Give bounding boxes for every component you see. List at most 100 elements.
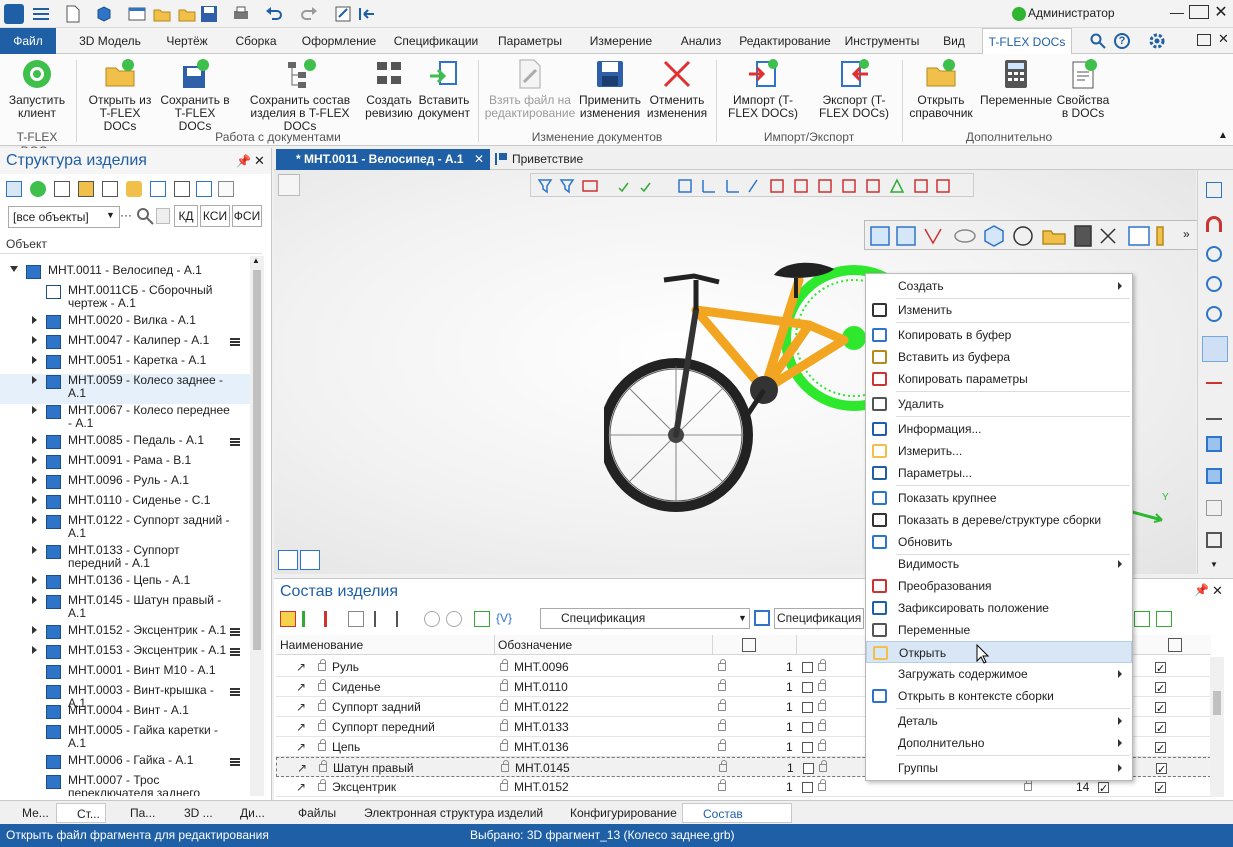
- tab-electronic-structure[interactable]: Электронная структура изделий: [344, 803, 546, 823]
- row-checkbox[interactable]: [802, 742, 813, 753]
- tab-file[interactable]: Файл: [0, 28, 56, 54]
- tab-di[interactable]: Ди...: [220, 803, 270, 823]
- help-icon[interactable]: ?: [1114, 33, 1130, 49]
- section-icon[interactable]: [1206, 500, 1222, 516]
- menu-item[interactable]: Группы: [866, 757, 1132, 779]
- column-header-name[interactable]: Наименование: [280, 638, 363, 652]
- tree-expand-icon[interactable]: [32, 436, 37, 444]
- tree-expand-icon[interactable]: [32, 406, 37, 414]
- row-link-checkbox[interactable]: [1155, 699, 1166, 719]
- menu-icon[interactable]: [32, 5, 50, 23]
- new-3d-icon[interactable]: [95, 5, 113, 23]
- menu-item[interactable]: Деталь: [866, 710, 1132, 732]
- launch-client-button[interactable]: Запустить клиент: [4, 58, 70, 120]
- tree-expand-icon[interactable]: [32, 546, 37, 554]
- menu-item[interactable]: Информация...: [866, 418, 1132, 440]
- row-checkbox[interactable]: [802, 782, 813, 793]
- export-table-icon[interactable]: [1156, 611, 1172, 627]
- view-options-icon[interactable]: [278, 174, 300, 196]
- menu-item[interactable]: Изменить: [866, 299, 1132, 321]
- menu-icon[interactable]: [230, 648, 240, 656]
- grid-scrollbar[interactable]: [1210, 657, 1224, 797]
- take-for-editing-button[interactable]: Взять файл на редактирование: [484, 58, 576, 120]
- tree-item[interactable]: МНТ.0005 - Гайка каретки - А.1: [0, 724, 250, 750]
- grid-options-icon[interactable]: [348, 611, 364, 627]
- zoom-icon[interactable]: [1206, 246, 1222, 262]
- tab-me[interactable]: Ме...: [2, 803, 54, 823]
- solid-icon[interactable]: [1206, 436, 1222, 452]
- menu-icon[interactable]: [230, 438, 240, 446]
- row-link-checkbox[interactable]: [1155, 679, 1166, 699]
- magnet-icon[interactable]: [1206, 216, 1222, 232]
- menu-item[interactable]: Видимость: [866, 553, 1132, 575]
- open-folder-qa-icon[interactable]: [178, 5, 196, 23]
- tree-expand-icon[interactable]: [32, 576, 37, 584]
- tree-expand-icon[interactable]: [32, 626, 37, 634]
- tree-item[interactable]: МНТ.0122 - Суппорт задний - А.1: [0, 514, 250, 544]
- tree-expand-icon[interactable]: [32, 596, 37, 604]
- table-green-icon[interactable]: [474, 611, 490, 627]
- save-to-docs-button[interactable]: Сохранить в T-FLEX DOCs: [158, 58, 232, 133]
- properties-icon[interactable]: [334, 5, 352, 23]
- filter-ksi-button[interactable]: КСИ: [200, 205, 230, 227]
- tree-expand-icon[interactable]: [32, 516, 37, 524]
- tree-item[interactable]: МНТ.0004 - Винт - А.1: [0, 704, 250, 724]
- row-extra-checkbox[interactable]: [1098, 779, 1109, 799]
- search-icon[interactable]: [1090, 33, 1106, 49]
- tree-item[interactable]: МНТ.0153 - Эксцентрик - А.1: [0, 644, 250, 664]
- tree-item[interactable]: МНТ.0152 - Эксцентрик - А.1: [0, 624, 250, 644]
- row-link-checkbox[interactable]: [1155, 779, 1166, 799]
- app-logo-icon[interactable]: [4, 4, 24, 24]
- open-reference-button[interactable]: Открыть справочник: [906, 58, 976, 120]
- create-revision-button[interactable]: Создать ревизию: [362, 58, 416, 120]
- tree-item[interactable]: МНТ.0007 - Трос переключателя заднего: [0, 774, 250, 796]
- row-link-checkbox[interactable]: [1155, 719, 1166, 739]
- user-name[interactable]: Администратор: [1028, 6, 1115, 20]
- table-add-icon[interactable]: [280, 611, 296, 627]
- tree-item[interactable]: МНТ.0096 - Руль - А.1: [0, 474, 250, 494]
- zoom-fit-icon[interactable]: [1206, 306, 1222, 322]
- tab-files[interactable]: Файлы: [278, 803, 342, 823]
- tree-icon[interactable]: [150, 181, 166, 197]
- tab-structure[interactable]: Ст...: [56, 803, 106, 823]
- object-filter-select[interactable]: [все объекты]: [8, 206, 120, 228]
- tab-params[interactable]: Па...: [110, 803, 160, 823]
- menu-item[interactable]: Переменные: [866, 619, 1132, 641]
- tab-3d-model[interactable]: 3D Модель: [70, 28, 150, 54]
- tree-item[interactable]: МНТ.0091 - Рама - В.1: [0, 454, 250, 474]
- more-tools-icon[interactable]: »: [1183, 227, 1190, 241]
- close-panel-icon[interactable]: ✕: [254, 153, 265, 169]
- spec-icon[interactable]: [754, 610, 770, 626]
- window-icon[interactable]: [128, 5, 146, 23]
- tab-composition[interactable]: Состав изделия: [682, 803, 792, 841]
- close-doc-icon[interactable]: ✕: [1218, 31, 1229, 47]
- tab-drawing[interactable]: Чертёж: [158, 28, 216, 54]
- tab-parameters[interactable]: Параметры: [490, 28, 570, 54]
- tree-expand-icon[interactable]: [32, 496, 37, 504]
- tree-expand-icon[interactable]: [32, 456, 37, 464]
- glasses-active-icon[interactable]: [1202, 336, 1228, 362]
- maximize-button[interactable]: [1189, 5, 1209, 19]
- cad-icon[interactable]: [218, 181, 234, 197]
- shaded-icon[interactable]: [1206, 468, 1222, 484]
- redo-icon[interactable]: [300, 5, 318, 23]
- filter-fsi-button[interactable]: ФСИ: [232, 205, 262, 227]
- tab-welcome[interactable]: Приветствие: [492, 149, 612, 170]
- spec-select[interactable]: Спецификация: [774, 608, 864, 629]
- tree-item[interactable]: МНТ.0003 - Винт-крышка - А.1: [0, 684, 250, 710]
- tab-editing[interactable]: Редактирование: [738, 28, 832, 54]
- menu-item[interactable]: Параметры...: [866, 462, 1132, 484]
- menu-item[interactable]: Преобразования: [866, 575, 1132, 597]
- column-header-designation[interactable]: Обозначение: [498, 638, 572, 652]
- tree-item[interactable]: МНТ.0051 - Каретка - А.1: [0, 354, 250, 374]
- menu-item[interactable]: Показать крупнее: [866, 487, 1132, 509]
- menu-item[interactable]: Копировать параметры: [866, 368, 1132, 390]
- menu-item[interactable]: Дополнительно: [866, 732, 1132, 754]
- list-icon[interactable]: [54, 181, 70, 197]
- menu-item[interactable]: Открыть в контексте сборки: [866, 685, 1132, 707]
- more-icon[interactable]: ···: [120, 208, 132, 222]
- tab-configuration[interactable]: Конфигурирование: [550, 803, 678, 823]
- scroll-thumb[interactable]: [253, 270, 261, 650]
- menu-icon[interactable]: [230, 688, 240, 696]
- tree-expand-icon[interactable]: [32, 476, 37, 484]
